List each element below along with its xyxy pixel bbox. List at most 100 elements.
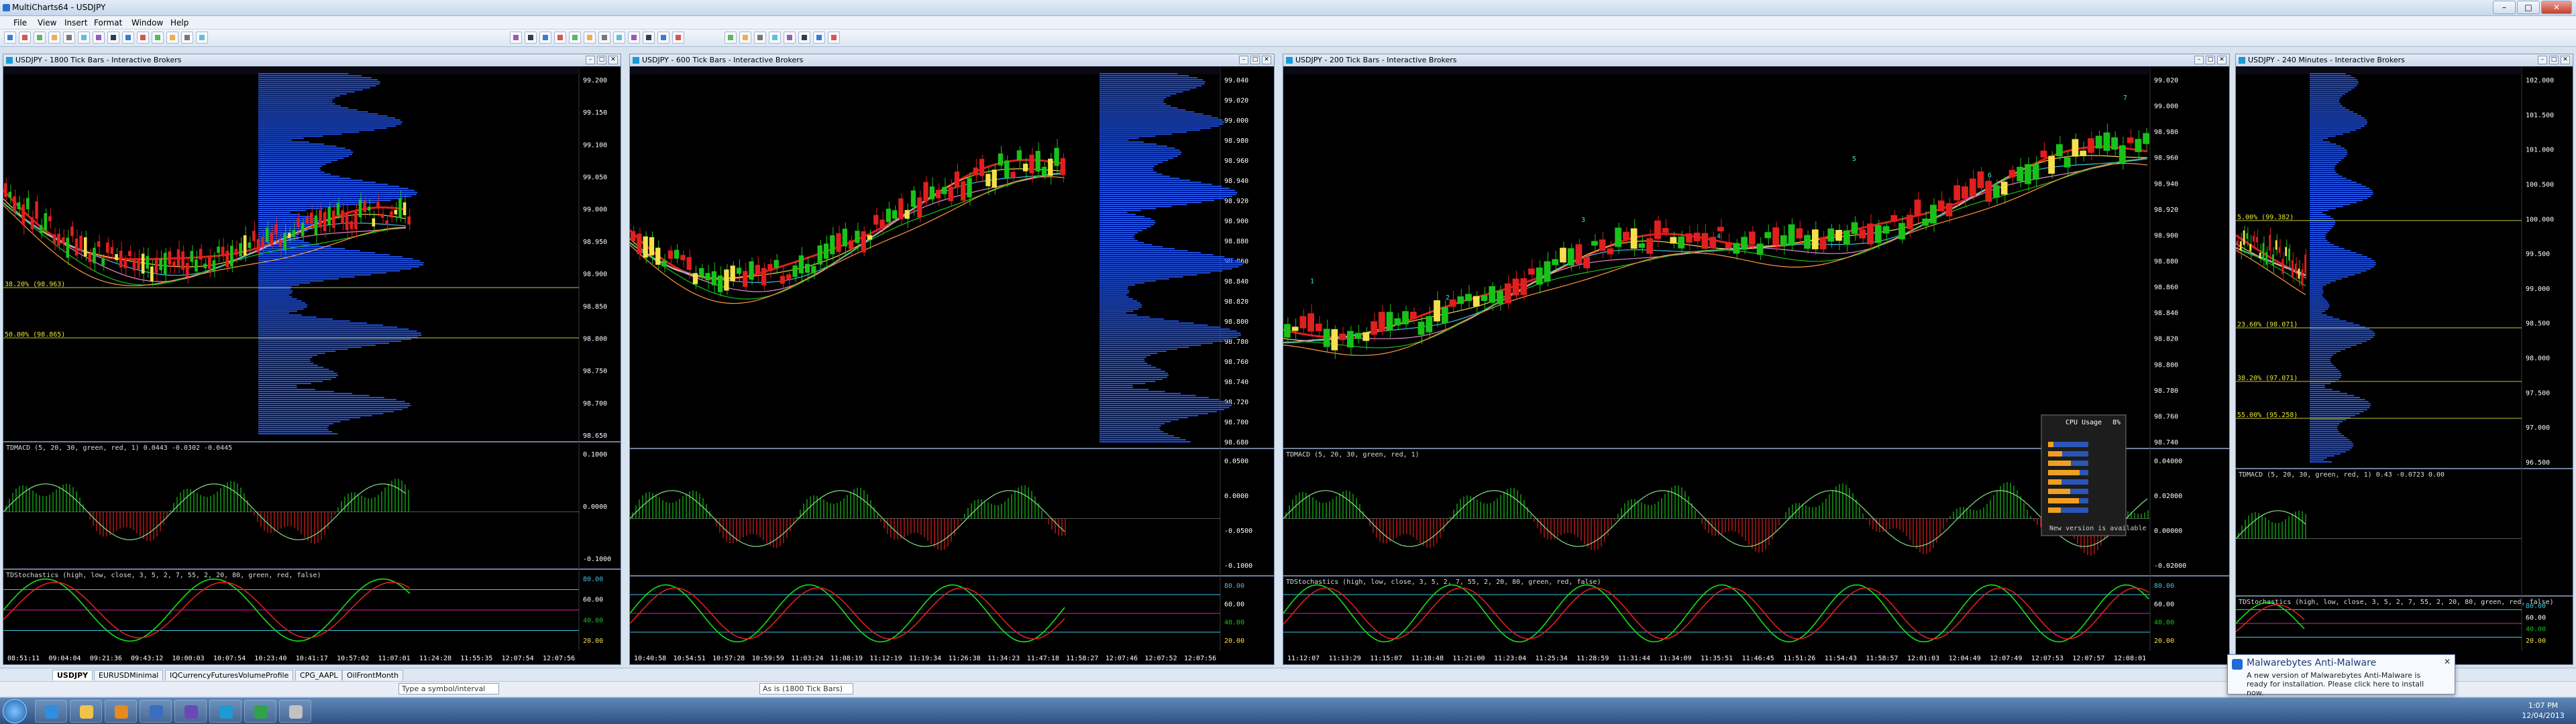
close-icon[interactable]: ✕ [2561, 56, 2570, 64]
toolbar-button[interactable] [137, 32, 149, 44]
chart-window-240-min[interactable]: USDJPY - 240 Minutes - Interactive Broke… [2235, 54, 2573, 665]
toolbar-button[interactable] [19, 32, 31, 44]
toolbar-button[interactable] [93, 32, 105, 44]
close-icon[interactable]: ✕ [2444, 657, 2451, 666]
tab-eurusdminimal[interactable]: EURUSDMinimal [94, 670, 164, 680]
toolbar-button[interactable] [828, 32, 840, 44]
toolbar-button[interactable] [166, 32, 178, 44]
menu-window[interactable]: Window [131, 18, 163, 27]
candle-body [1874, 225, 1882, 243]
toolbar-button[interactable] [554, 32, 566, 44]
toolbar-button[interactable] [657, 32, 669, 44]
symbol-input[interactable]: Type a symbol/interval [398, 683, 499, 695]
volume-profile-bar [2310, 200, 2363, 201]
toolbar-button[interactable] [539, 32, 551, 44]
close-icon[interactable]: ✕ [1262, 56, 1271, 64]
taskbar-app5[interactable] [174, 700, 207, 723]
toolbar-button[interactable] [510, 32, 522, 44]
candle-body [1615, 227, 1622, 247]
volume-profile-bar [2310, 445, 2353, 446]
minimize-button[interactable]: – [2493, 1, 2516, 14]
toolbar-button[interactable] [196, 32, 208, 44]
toolbar-button[interactable] [63, 32, 75, 44]
toolbar-button[interactable] [48, 32, 60, 44]
volume-profile-bar [2310, 347, 2351, 348]
toolbar-button[interactable] [584, 32, 596, 44]
tool-icon [140, 35, 146, 40]
toolbar-button[interactable] [598, 32, 610, 44]
toolbar-button[interactable] [107, 32, 119, 44]
menu-help[interactable]: Help [170, 18, 189, 27]
toolbar-button[interactable] [739, 32, 751, 44]
time-axis-label: 09:21:36 [90, 655, 122, 662]
tab-iqcurrencyfutures[interactable]: IQCurrencyFuturesVolumeProfile [165, 670, 294, 680]
toolbar-button[interactable] [613, 32, 625, 44]
toolbar-button[interactable] [152, 32, 164, 44]
volume-profile-bar [258, 361, 311, 362]
candle-body [1434, 300, 1440, 322]
toolbar-button[interactable] [672, 32, 684, 44]
menu-file[interactable]: File [13, 18, 27, 27]
toolbar-button[interactable] [813, 32, 825, 44]
tab-cpg-aapl[interactable]: CPG_AAPL [295, 670, 343, 680]
interval-field[interactable]: As is (1800 Tick Bars) [759, 683, 853, 695]
candle-body [1772, 227, 1779, 246]
maximize-button[interactable]: □ [2517, 1, 2540, 14]
maximize-icon[interactable]: □ [1250, 56, 1260, 64]
chart-window-200-tick[interactable]: USDJPY - 200 Tick Bars - Interactive Bro… [1283, 54, 2230, 665]
minimize-icon[interactable]: – [2538, 56, 2547, 64]
volume-profile-bar [258, 212, 290, 213]
minimize-icon[interactable]: – [2194, 56, 2204, 64]
toolbar-button[interactable] [78, 32, 90, 44]
volume-profile-bar [1099, 308, 1139, 310]
system-clock[interactable]: 1:07 PM 12/04/2013 [2520, 701, 2567, 721]
maximize-icon[interactable]: □ [2206, 56, 2215, 64]
menu-format[interactable]: Format [94, 18, 122, 27]
tab-usdjpy[interactable]: USDJPY [52, 670, 93, 680]
volume-profile-bar [2310, 343, 2363, 344]
toolbar-button[interactable] [569, 32, 581, 44]
taskbar-folder[interactable] [70, 700, 102, 723]
maximize-icon[interactable]: □ [2549, 56, 2559, 64]
taskbar-app4[interactable] [140, 700, 172, 723]
taskbar-app8[interactable] [279, 700, 311, 723]
chart-window-600-tick[interactable]: USDJPY - 600 Tick Bars - Interactive Bro… [629, 54, 1275, 665]
volume-profile-bar [258, 320, 350, 322]
toolbar-button[interactable] [724, 32, 737, 44]
toolbar-button[interactable] [643, 32, 655, 44]
time-axis-label: 11:55:35 [460, 655, 492, 662]
taskbar-explorer[interactable] [35, 700, 67, 723]
minimize-icon[interactable]: – [1239, 56, 1248, 64]
macd-axis-label: 0.00000 [2154, 528, 2182, 535]
minimize-icon[interactable]: – [586, 56, 595, 64]
toolbar-button[interactable] [754, 32, 766, 44]
close-icon[interactable]: ✕ [608, 56, 618, 64]
volume-profile-bar [258, 294, 290, 296]
taskbar-app7[interactable] [244, 700, 276, 723]
close-icon[interactable]: ✕ [2217, 56, 2226, 64]
toolbar-button[interactable] [525, 32, 537, 44]
tab-oilfrontmonth[interactable]: OilFrontMonth [342, 670, 404, 680]
malwarebytes-notification[interactable]: Malwarebytes Anti-Malware A new version … [2227, 654, 2455, 697]
maximize-icon[interactable]: □ [597, 56, 606, 64]
toolbar-button[interactable] [34, 32, 46, 44]
toolbar-button[interactable] [4, 32, 16, 44]
cpu-core-usage [2048, 507, 2061, 513]
toolbar-button[interactable] [798, 32, 810, 44]
volume-profile-bar [1099, 198, 1225, 199]
taskbar-media[interactable] [105, 700, 137, 723]
start-button[interactable] [3, 699, 27, 723]
toolbar-button[interactable] [628, 32, 640, 44]
menu-view[interactable]: View [38, 18, 56, 27]
toolbar-button[interactable] [784, 32, 796, 44]
volume-profile-bar [1099, 389, 1149, 390]
chart-window-1800-tick[interactable]: USDJPY - 1800 Tick Bars - Interactive Br… [3, 54, 621, 665]
toolbar-button[interactable] [181, 32, 193, 44]
taskbar-multicharts[interactable] [209, 700, 241, 723]
candle-body [1851, 222, 1858, 234]
menu-insert[interactable]: Insert [64, 18, 87, 27]
toolbar-button[interactable] [769, 32, 781, 44]
close-button[interactable]: ✕ [2541, 1, 2572, 14]
volume-profile-bar [1099, 141, 1144, 143]
toolbar-button[interactable] [122, 32, 134, 44]
